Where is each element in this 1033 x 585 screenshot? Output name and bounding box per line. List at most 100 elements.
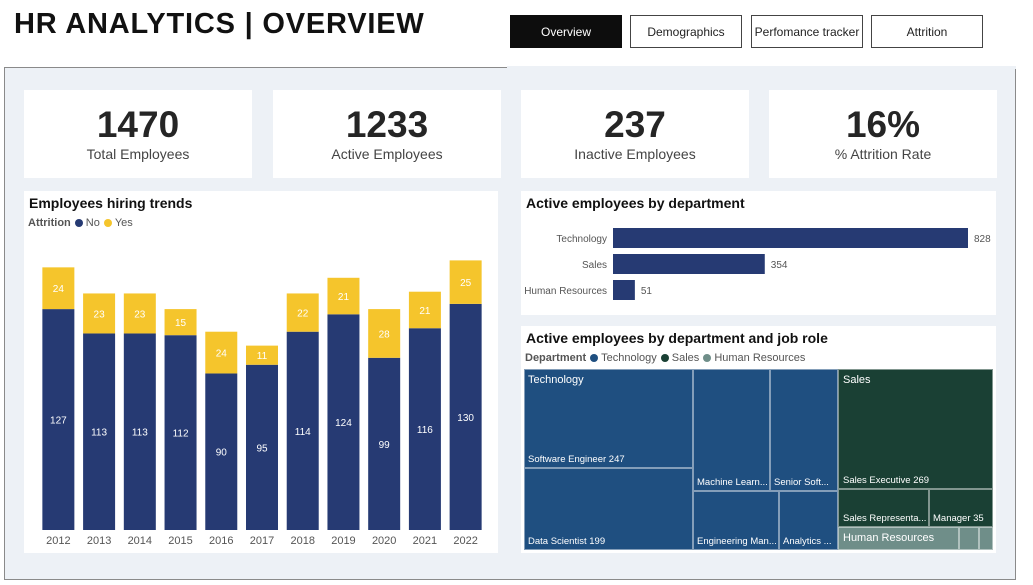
dept-bar[interactable] [613,280,635,300]
data-label-yes: 21 [338,292,350,303]
treemap-cell-sales-representative[interactable]: Sales Representa... [838,489,929,527]
data-label-yes: 23 [94,309,106,320]
legend-item-hr[interactable]: Human Resources [703,352,805,364]
kpi-value: 1470 [96,104,180,145]
treemap-cell-label: Data Scientist 199 [528,536,606,547]
kpi-label: Total Employees [86,146,190,162]
treemap-cell-analytics[interactable]: Analytics ... [779,491,838,550]
treemap-cell-hr-2[interactable] [959,527,979,550]
x-tick-label: 2016 [209,535,233,547]
legend-label: Human Resources [714,352,806,364]
data-label-yes: 25 [460,278,472,289]
treemap-cell-software-engineer[interactable]: Technology Software Engineer 247 [524,369,693,468]
kpi-label: % Attrition Rate [834,146,932,162]
y-tick-label: Technology [556,234,607,245]
treemap-group-label-sales: Sales [843,374,871,386]
x-tick-label: 2022 [453,535,477,547]
x-tick-label: 2018 [290,535,314,547]
nav-demographics-button[interactable]: Demographics [630,15,742,48]
data-label-no: 116 [417,425,433,436]
legend-item-sales[interactable]: Sales [660,352,700,364]
kpi-value: 16% [845,104,921,145]
x-tick-label: 2021 [413,535,437,547]
legend-item-technology[interactable]: Technology [590,352,657,364]
treemap-cell-hr-1[interactable]: Human Resources [838,527,959,550]
treemap-group-label-hr: Human Resources [843,532,935,544]
data-label-yes: 22 [297,309,309,320]
kpi-card-inactive-employees: 237 Inactive Employees [521,90,749,178]
data-label: 828 [974,234,991,245]
data-label-yes: 23 [134,309,146,320]
legend-title: Department [525,352,587,364]
treemap-cell-label: Sales Representa... [843,513,927,524]
treemap-cell-senior-software[interactable]: Senior Soft... [770,369,838,491]
legend-dot-icon [660,354,669,362]
nav-overview-button[interactable]: Overview [510,15,622,48]
x-tick-label: 2020 [372,535,396,547]
data-label-no: 95 [256,443,268,454]
data-label-no: 124 [335,418,352,429]
treemap-cell-label: Software Engineer 247 [528,454,625,465]
data-label-yes: 15 [175,318,187,329]
kpi-value: 1233 [345,104,429,145]
dept-chart: Technology 828 Sales 354 Human Resources 51 [524,228,991,300]
treemap-cell-data-scientist[interactable]: Data Scientist 199 [524,468,693,550]
treemap-cell-machine-learning[interactable]: Machine Learn... [693,369,770,491]
nav-performance-tracker-button[interactable]: Perfomance tracker [751,15,863,48]
x-tick-label: 2017 [250,535,274,547]
data-label-yes: 24 [216,349,228,360]
data-label-yes: 21 [419,306,431,317]
data-label: 354 [771,260,788,271]
y-tick-label: Human Resources [524,286,607,297]
dept-bar[interactable] [613,254,765,274]
treemap-cell-label: Machine Learn... [697,477,768,488]
kpi-card-attrition-rate: 16% % Attrition Rate [769,90,997,178]
data-label-no: 130 [457,413,474,424]
data-label: 51 [641,286,653,297]
dept-bar[interactable] [613,228,968,248]
kpi-card-total-employees: 1470 Total Employees [24,90,252,178]
treemap-title: Active employees by department and job r… [526,330,828,346]
hiring-trends-chart: 127 24 2012 113 23 2013 113 23 2014 112 15 2015 90 24… [42,260,482,547]
treemap-cell-label: Senior Soft... [774,477,829,488]
treemap-cell-label: Manager 35 [933,513,984,524]
x-tick-label: 2013 [87,535,111,547]
x-tick-label: 2012 [46,535,70,547]
nav-attrition-button[interactable]: Attrition [871,15,983,48]
treemap-cell-sales-executive[interactable]: Sales Sales Executive 269 [838,369,993,489]
kpi-label: Inactive Employees [574,146,696,162]
kpi-card-active-employees: 1233 Active Employees [273,90,501,178]
legend-label: Technology [601,352,657,364]
dept-panel: Active employees by department Technolog… [521,191,996,315]
x-tick-label: 2015 [168,535,192,547]
x-tick-label: 2014 [128,535,152,547]
data-label-no: 114 [295,427,311,438]
data-label-yes: 11 [257,351,268,362]
treemap-cell-hr-3[interactable] [979,527,993,550]
treemap-cell-label: Analytics ... [783,536,832,547]
treemap-group-label-technology: Technology [528,374,584,386]
legend-dot-icon [703,354,712,362]
kpi-value: 237 [604,104,666,145]
legend-dot-icon [590,354,599,362]
treemap-cell-engineering-manager[interactable]: Engineering Man... [693,491,779,550]
legend-label: Sales [671,352,700,364]
treemap-cell-label: Sales Executive 269 [843,475,930,486]
treemap-cell-label: Engineering Man... [697,536,777,547]
header-divider [507,66,1016,69]
treemap: Technology Software Engineer 247 Data Sc… [524,369,993,550]
data-label-yes: 24 [53,284,65,295]
data-label-no: 113 [91,428,107,439]
data-label-no: 127 [50,416,67,427]
kpi-label: Active Employees [331,146,443,162]
data-label-no: 112 [173,429,189,440]
hiring-trends-panel: Employees hiring trends Attrition No Yes… [24,191,498,553]
data-label-yes: 28 [379,329,391,340]
treemap-cell-manager[interactable]: Manager 35 [929,489,993,527]
data-label-no: 90 [216,448,228,459]
data-label-no: 99 [379,440,391,451]
treemap-panel: Active employees by department and job r… [521,326,996,553]
x-tick-label: 2019 [331,535,355,547]
page-title: HR ANALYTICS | OVERVIEW [14,8,425,40]
y-tick-label: Sales [582,260,607,271]
